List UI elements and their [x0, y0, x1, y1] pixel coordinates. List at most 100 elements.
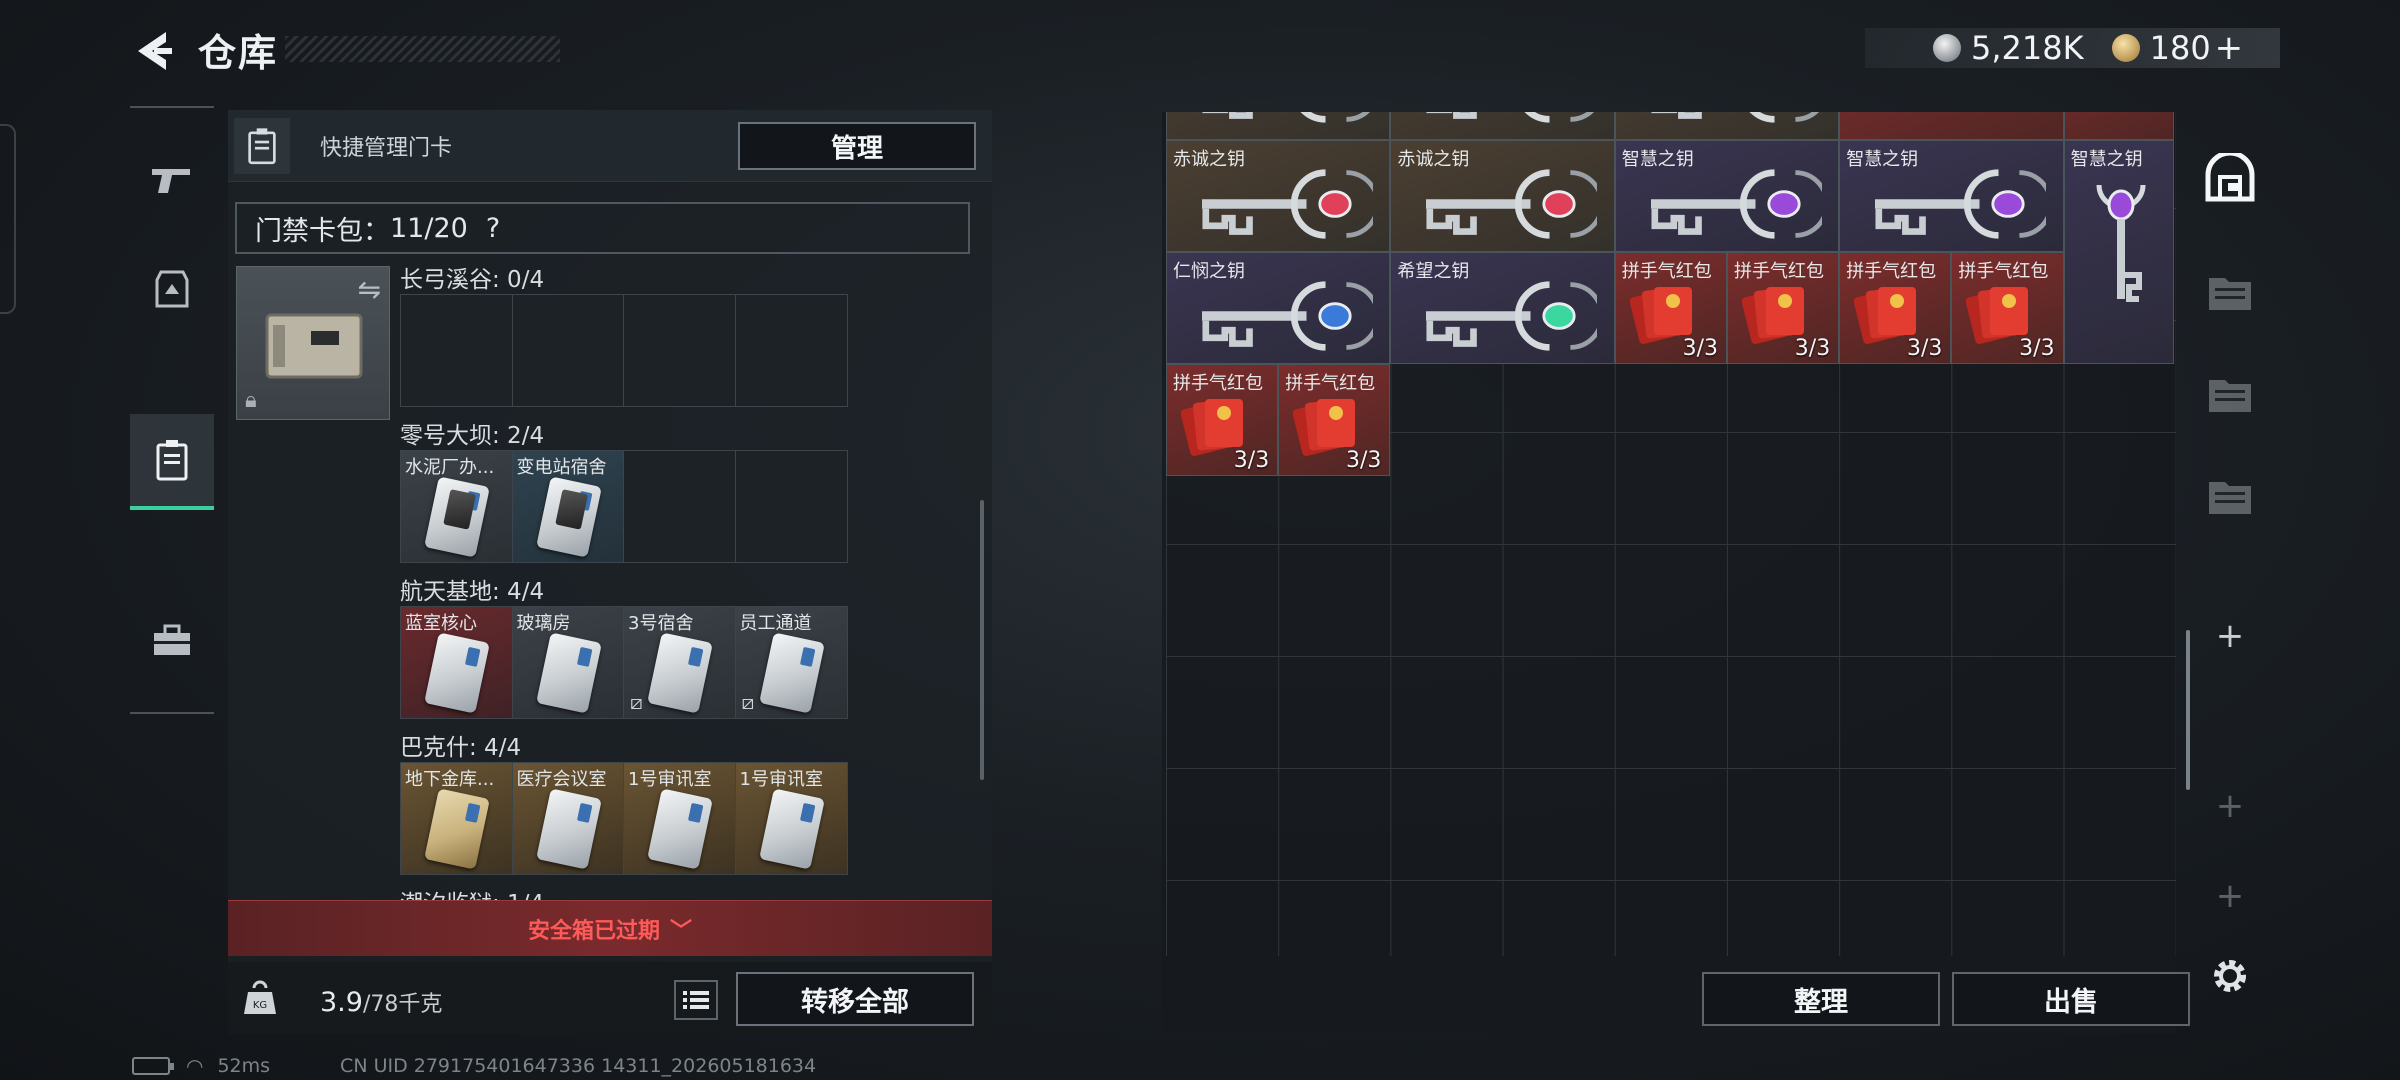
sort-button[interactable]: 整理 [1702, 972, 1940, 1026]
item-name: 智慧之钥 [1621, 149, 1694, 170]
empty-keycard-slot[interactable] [401, 295, 513, 406]
keycard-slot[interactable]: 1号审讯室 [624, 763, 736, 874]
silver-coin-icon [1933, 34, 1961, 62]
stash-item[interactable] [1166, 112, 1391, 140]
keycard-list-scrollbar[interactable] [980, 500, 984, 780]
stash-item[interactable]: 智慧之钥 [2063, 140, 2174, 364]
back-icon[interactable] [128, 26, 178, 76]
stash-container-tab[interactable] [2202, 150, 2258, 206]
stash-item[interactable]: 希望之钥 [1390, 252, 1615, 364]
stash-item[interactable]: 赤诚之钥 [1166, 140, 1391, 252]
stash-item[interactable]: 拼手气红包 3/3 [1839, 252, 1952, 364]
section-title: 航天基地: 4/4 [400, 579, 545, 605]
keycard-case-icon [156, 440, 188, 481]
section-title: 长弓溪谷: 0/4 [400, 267, 545, 293]
keycard-icon [647, 632, 713, 714]
empty-keycard-slot[interactable] [624, 451, 736, 562]
svg-text:KG: KG [253, 1000, 267, 1011]
help-icon[interactable]: ? [486, 213, 500, 244]
keycard-slot[interactable]: 3号宿舍 ⧄ [624, 607, 736, 718]
empty-keycard-slot[interactable] [624, 295, 736, 406]
item-count: 3/3 [1233, 448, 1270, 473]
inventory-screen: 仓库 5,218K 180 + 快捷管理门卡 管理 门禁卡包： 11/20 ? … [0, 0, 2400, 1080]
storage-tab-1[interactable] [2202, 264, 2258, 320]
item-name: 拼手气红包 [1846, 261, 1937, 282]
keycard-name: 1号审讯室 [628, 769, 712, 790]
item-count: 3/3 [1906, 336, 1943, 361]
toolbox-tab[interactable] [130, 592, 214, 688]
stash-item[interactable] [1614, 112, 1840, 140]
keycard-icon [647, 788, 713, 870]
container-rail: + + + [2194, 112, 2264, 1032]
stash-item[interactable]: 拼手气红包 3/3 [1278, 364, 1391, 476]
currency-bar: 5,218K 180 + [1865, 28, 2280, 68]
stash-item[interactable] [1839, 112, 2064, 140]
keycard-case-preview[interactable]: ⇋ 🔒︎ [236, 266, 390, 420]
armor-icon [155, 270, 189, 308]
empty-keycard-slot[interactable] [736, 451, 848, 562]
stash-item[interactable]: 拼手气红包 3/3 [1727, 252, 1840, 364]
keycard-panel-header: 快捷管理门卡 管理 [228, 110, 992, 182]
edge-pull-tab[interactable] [0, 124, 16, 314]
keycard-slot[interactable]: 水泥厂办... [401, 451, 513, 562]
item-count: 3/3 [1682, 336, 1718, 361]
settings-button[interactable] [2202, 948, 2258, 1004]
stash-item[interactable] [1390, 112, 1615, 140]
sell-button[interactable]: 出售 [1952, 972, 2190, 1026]
manage-button[interactable]: 管理 [738, 122, 976, 170]
storage-tab-2[interactable] [2202, 366, 2258, 422]
add-storage-button-locked: + [2202, 778, 2258, 834]
capacity-value: 11/20 [390, 212, 468, 244]
safe-box-expired-banner[interactable]: 安全箱已过期 ﹀ [228, 900, 992, 956]
stash-scrollbar[interactable] [2186, 630, 2190, 790]
weapon-tab[interactable] [130, 132, 214, 228]
item-name: 拼手气红包 [1173, 373, 1263, 394]
gear-icon [2214, 960, 2246, 992]
keycard-slot[interactable]: 1号审讯室 [735, 763, 847, 874]
unavailable-icon: ⧄ [741, 690, 755, 714]
item-name: 赤诚之钥 [1173, 149, 1245, 170]
stash-item[interactable]: 拼手气红包 3/3 [1951, 252, 2064, 364]
keycard-slot[interactable]: 玻璃房 [512, 607, 624, 718]
item-count: 3/3 [1345, 448, 1382, 473]
item-name: 希望之钥 [1397, 261, 1470, 282]
keycard-slot[interactable]: 变电站宿舍 [512, 451, 624, 562]
add-storage-button[interactable]: + [2202, 608, 2258, 664]
stash-item[interactable]: 智慧之钥 [1614, 140, 1840, 252]
item-name: 拼手气红包 [1621, 261, 1712, 282]
stash-item[interactable]: 智慧之钥 [1839, 140, 2064, 252]
keycard-icon [535, 788, 602, 870]
keycard-name: 医疗会议室 [516, 769, 607, 790]
device-status-bar: ◠ 52ms CN UID 279175401647336 14311_2026… [132, 1054, 816, 1078]
wifi-icon: ◠ [186, 1054, 204, 1078]
keycard-tab[interactable] [130, 414, 214, 510]
list-view-button[interactable] [674, 980, 718, 1020]
stash-item[interactable]: 仁悯之钥 [1166, 252, 1391, 364]
capacity-label: 门禁卡包： [255, 215, 390, 247]
keycard-slot[interactable]: 蓝室核心 [401, 607, 513, 718]
storage-tab-3[interactable] [2202, 468, 2258, 524]
add-currency-button[interactable]: + [2215, 28, 2244, 68]
empty-keycard-slot[interactable] [513, 295, 624, 406]
transfer-all-button[interactable]: 转移全部 [736, 972, 974, 1026]
swap-icon[interactable]: ⇋ [358, 273, 381, 306]
keycard-slot[interactable]: 地下金库... [401, 763, 513, 874]
stash-item[interactable]: 拼手气红包 3/3 [1614, 252, 1727, 364]
stash-grid[interactable]: 赤诚之钥 赤诚之钥 智慧之钥 智慧之钥 智慧之钥 仁悯之钥 希望之钥 拼手气红包… [1166, 112, 2176, 956]
stash-item[interactable] [2063, 112, 2174, 140]
keycard-list[interactable]: 长弓溪谷: 0/4 零号大坝: 2/4 水泥厂办... 变电站宿舍 航天基地: 4… [396, 260, 976, 1008]
keycard-name: 玻璃房 [516, 613, 571, 634]
battery-icon [132, 1057, 174, 1075]
keycard-slot[interactable]: 医疗会议室 [512, 763, 624, 874]
keycard-slot[interactable]: 员工通道 ⧄ [735, 607, 847, 718]
keycard-icon [535, 632, 602, 714]
warehouse-icon [2205, 153, 2255, 202]
armor-tab[interactable] [130, 242, 214, 338]
keycard-panel-footer: KG 3.9/78千克 转移全部 [228, 962, 992, 1034]
empty-keycard-slot[interactable] [736, 295, 848, 406]
stash-item[interactable]: 拼手气红包 3/3 [1166, 364, 1279, 476]
folder-icon [2209, 278, 2251, 310]
slot-row: 水泥厂办... 变电站宿舍 [400, 450, 848, 563]
stash-item[interactable]: 赤诚之钥 [1390, 140, 1615, 252]
slot-row [400, 294, 848, 407]
